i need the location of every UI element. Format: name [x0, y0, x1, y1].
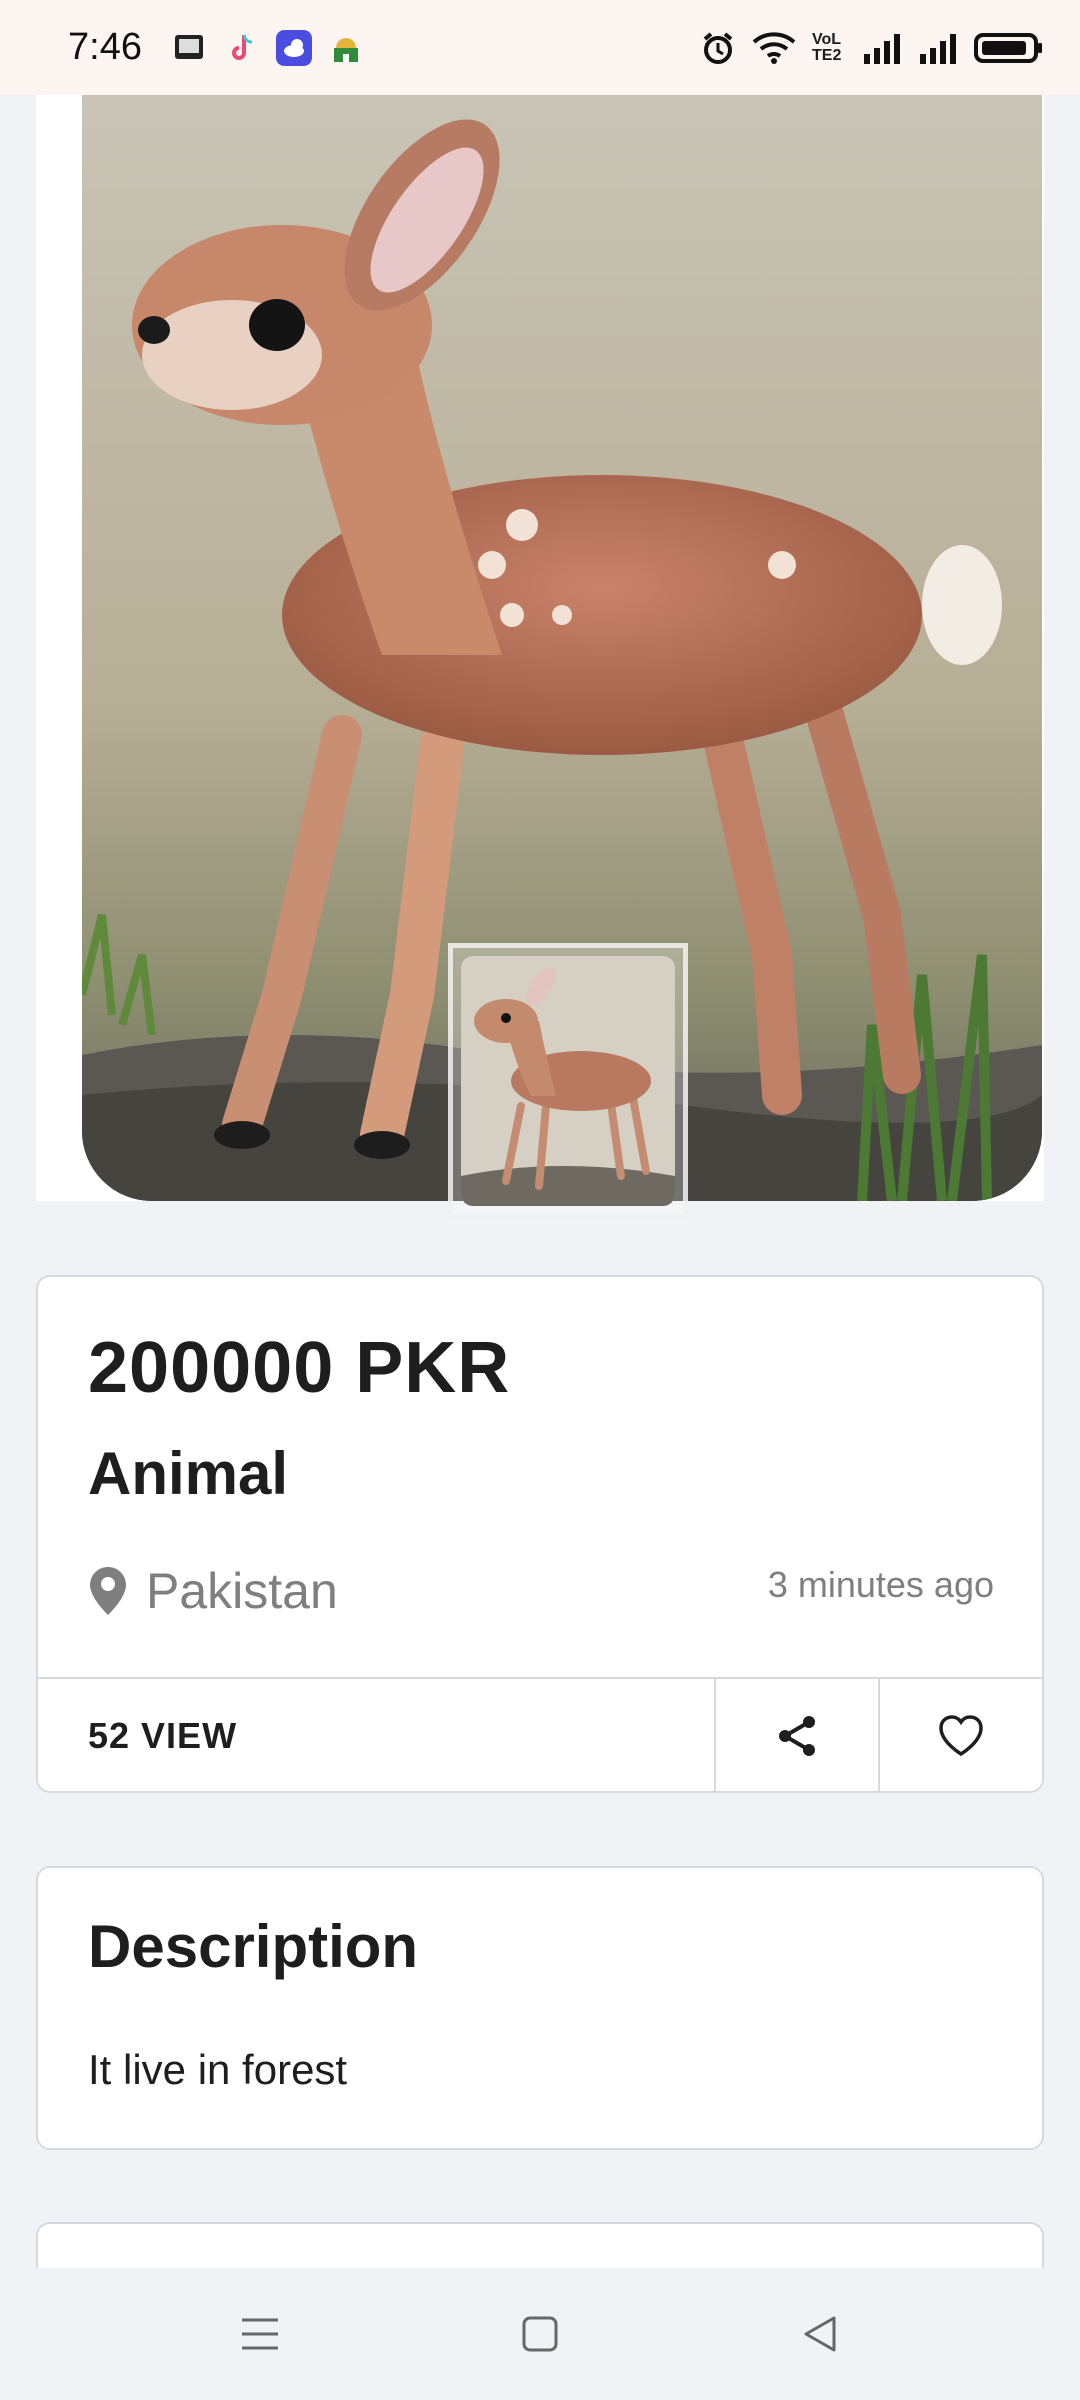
listing-location: Pakistan [88, 1562, 338, 1620]
system-nav-bar [0, 2268, 1080, 2400]
signal-icon [864, 33, 900, 64]
menu-button[interactable] [220, 2294, 300, 2374]
back-icon [804, 2316, 836, 2352]
share-button[interactable] [714, 1679, 878, 1793]
listing-price: 200000 PKR [88, 1328, 511, 1408]
listing-image-area [36, 95, 1044, 1219]
listing-actions-bar: 52 VIEW [38, 1677, 1042, 1793]
home-icon [522, 2316, 558, 2352]
wifi-icon [752, 31, 796, 64]
home-button[interactable] [500, 2294, 580, 2374]
description-card: Description It live in forest [36, 1866, 1044, 2150]
favorite-button[interactable] [878, 1679, 1042, 1793]
tiktok-icon [232, 34, 253, 60]
battery-icon [974, 32, 1042, 63]
description-text: It live in forest [88, 2046, 348, 2093]
notification-icons [172, 29, 364, 66]
book-app-icon [174, 34, 203, 59]
listing-info-card: 200000 PKR Animal Pakistan 3 minutes ago… [36, 1275, 1044, 1793]
description-heading: Description [88, 1913, 419, 1980]
back-button[interactable] [780, 2294, 860, 2374]
share-icon [779, 1716, 815, 1756]
weather-app-icon [275, 29, 312, 66]
menu-icon [242, 2318, 278, 2350]
listing-title: Animal [88, 1440, 289, 1507]
network-type-label: VoLTE2 [812, 30, 842, 64]
system-icons: VoLTE2 [700, 30, 1044, 66]
view-count: 52 VIEW [88, 1715, 238, 1756]
location-text: Pakistan [146, 1563, 338, 1619]
status-bar: 7:46 VoLTE2 [0, 0, 1080, 95]
image-thumbnail[interactable] [448, 943, 688, 1219]
heart-icon [939, 1715, 983, 1757]
alarm-icon [703, 31, 733, 64]
thumbnail-photo [461, 956, 675, 1206]
posted-time: 3 minutes ago [767, 1564, 994, 1605]
mosque-app-icon [333, 37, 358, 62]
location-pin-icon [90, 1567, 126, 1615]
signal-icon [920, 33, 956, 64]
status-time: 7:46 [68, 26, 142, 68]
